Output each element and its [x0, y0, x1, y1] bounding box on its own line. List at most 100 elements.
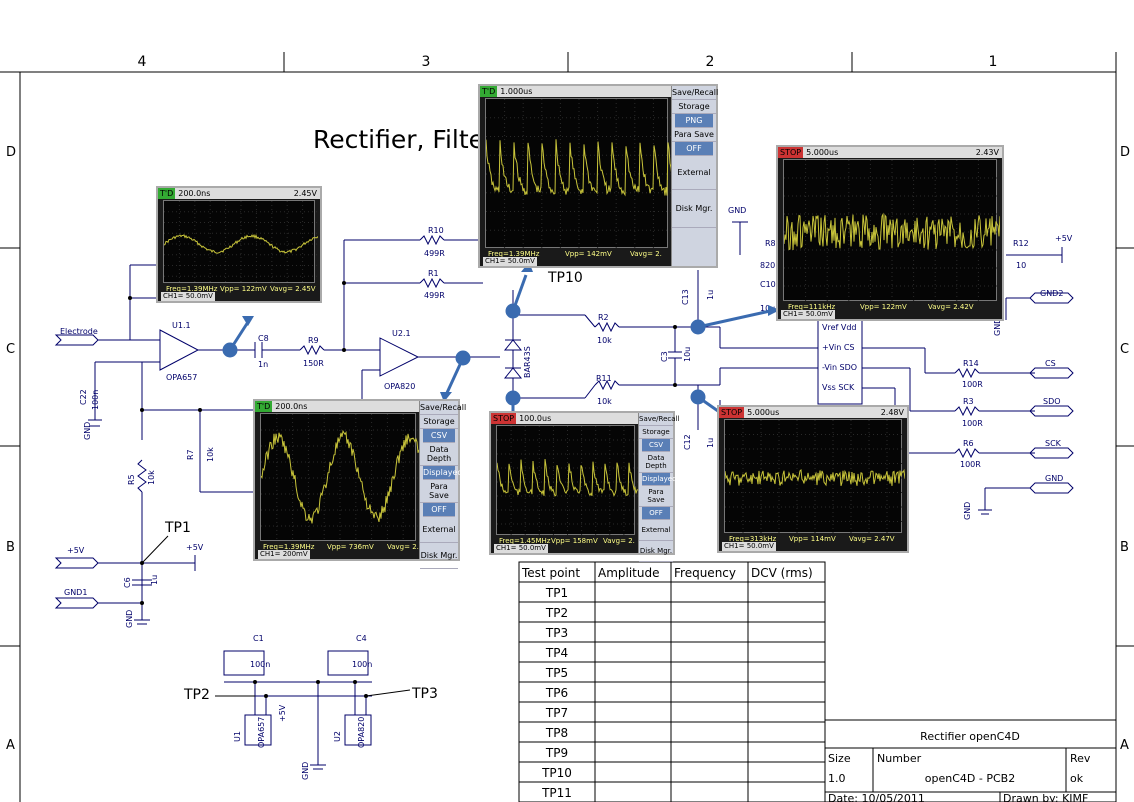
menu-storage[interactable]: Storage — [672, 100, 716, 114]
menu-data-depth[interactable]: Data Depth — [420, 443, 458, 466]
menu-para-save-value[interactable]: OFF — [642, 507, 670, 520]
gnd-label: GND — [301, 762, 310, 780]
probe-arrow — [242, 316, 254, 326]
tp2-label: TP2 — [183, 687, 210, 703]
c8-label: C8 — [258, 334, 269, 343]
scope-timebase: 5.000us — [806, 148, 839, 157]
menu-disk-mgr[interactable]: Disk Mgr. — [672, 190, 716, 228]
menu-data-depth[interactable]: Data Depth — [639, 452, 673, 473]
u1-label: U1 — [233, 731, 242, 742]
r3-label: R3 — [963, 397, 974, 406]
menu-external[interactable]: External — [672, 156, 716, 190]
test-point-row: TP3 — [545, 626, 568, 640]
row-label: C — [1120, 342, 1129, 357]
cs-label: CS — [1045, 359, 1056, 368]
r11-value: 10k — [597, 397, 612, 406]
scope-tp-c10: STOP 5.000us 2.43V Freq=111kHz Vpp= 122mV … — [776, 145, 1004, 321]
plus5v-label: +5V — [1055, 234, 1073, 243]
menu-external[interactable]: External — [420, 517, 458, 543]
title-block-name: Rectifier openC4D — [920, 730, 1020, 743]
r9-label: R9 — [308, 336, 319, 345]
c8-value: 1n — [258, 360, 268, 369]
c10-label: C10 — [760, 280, 776, 289]
number-label: Number — [877, 752, 922, 765]
scope-status: STOP — [491, 413, 517, 424]
scope-grid — [260, 413, 420, 542]
tp3-leader — [365, 689, 411, 697]
c3-value: 10u — [683, 347, 692, 362]
menu-data-depth-value[interactable]: Displayed — [423, 466, 463, 480]
drawn-label: Drawn by: KJMF — [1003, 792, 1088, 802]
scope-vpp: Vpp= 142mV — [565, 250, 612, 258]
r7-value: 10k — [206, 447, 215, 462]
u2-part: OPA820 — [357, 717, 366, 748]
menu-title: Save/Recall — [672, 86, 718, 100]
menu-data-depth-value[interactable]: Displayed — [642, 473, 677, 486]
adc-pin-vin-minus: -Vin SDO — [822, 363, 857, 372]
menu-storage-value[interactable]: PNG — [675, 114, 713, 128]
menu-para-save[interactable]: Para Save — [420, 480, 458, 503]
scope-channel: CH1= 50.0mV — [722, 542, 776, 551]
tp3-label: TP3 — [411, 686, 438, 702]
test-point-row: TP10 — [541, 766, 572, 780]
menu-external[interactable]: External — [639, 520, 673, 541]
test-point-row: TP11 — [541, 786, 572, 800]
column-label: 1 — [989, 54, 998, 70]
menu-storage[interactable]: Storage — [639, 426, 673, 439]
menu-para-save-value[interactable]: OFF — [675, 142, 713, 156]
column-label: 4 — [138, 54, 147, 70]
scope-vavg: Vavg= 2. — [603, 537, 635, 545]
c6-label: C6 — [123, 577, 132, 588]
scope-tp-u21: T'D 200.0ns Freq=1.39MHz Vpp= 736mV Vavg=… — [253, 399, 466, 569]
gnd-label: GND — [1045, 474, 1063, 483]
menu-para-save-value[interactable]: OFF — [423, 503, 455, 517]
r12-value: 10 — [1016, 261, 1026, 270]
scope-channel: CH1= 200mV — [258, 550, 310, 559]
row-label: C — [6, 342, 15, 357]
scope-menu: Save/Recall Storage CSV Data Depth Displ… — [419, 401, 466, 569]
r6-label: R6 — [963, 439, 974, 448]
scope-vpp: Vpp= 122mV — [860, 303, 907, 311]
r3-value: 100R — [962, 419, 983, 428]
menu-storage[interactable]: Storage — [420, 415, 458, 429]
test-point-row: TP2 — [545, 606, 568, 620]
waveform-trace — [260, 429, 420, 524]
row-label: A — [6, 738, 15, 753]
scope-grid — [724, 419, 906, 536]
table-header: Frequency — [674, 566, 736, 580]
gnd-label: GND — [728, 206, 746, 215]
table-header: Amplitude — [598, 566, 660, 580]
tp10-label: TP10 — [547, 270, 583, 286]
adc-pin-vref: Vref Vdd — [822, 323, 857, 332]
test-point-row: TP4 — [545, 646, 568, 660]
menu-disk-mgr[interactable]: Disk Mgr. — [639, 541, 673, 562]
diode-label: BAR43S — [523, 346, 532, 378]
sck-label: SCK — [1045, 439, 1062, 448]
c13-label: C13 — [681, 289, 690, 305]
scope-tp-bottom: STOP 100.0us Freq=1.45MHz Vpp= 158mV Vavg… — [489, 411, 679, 562]
menu-storage-value[interactable]: CSV — [642, 439, 670, 452]
menu-para-save[interactable]: Para Save — [639, 486, 673, 507]
c22-label: C22 — [79, 389, 88, 405]
scope-trigger-level: 2.48V — [880, 408, 904, 417]
c12-value: 1u — [706, 438, 715, 448]
opa820-label: OPA820 — [384, 382, 415, 391]
menu-title: Save/Recall — [639, 413, 679, 426]
row-label: A — [1120, 738, 1129, 753]
scope-status: STOP — [719, 407, 745, 418]
r1-label: R1 — [428, 269, 439, 278]
menu-disk-mgr[interactable]: Disk Mgr. — [420, 543, 458, 569]
size-value: 1.0 — [828, 772, 846, 785]
scope-trigger-level: 2.45V — [293, 189, 317, 198]
test-point-row: TP7 — [545, 706, 568, 720]
row-label: D — [6, 145, 16, 160]
gnd-label: GND — [83, 422, 92, 440]
c4-label: C4 — [356, 634, 367, 643]
scope-vavg: Vavg= 2. — [387, 543, 419, 551]
scope-timebase: 1.000us — [500, 87, 533, 96]
scope-grid — [485, 98, 673, 249]
menu-storage-value[interactable]: CSV — [423, 429, 455, 443]
menu-para-save[interactable]: Para Save — [672, 128, 716, 142]
table-header: DCV (rms) — [751, 566, 813, 580]
scope-status: T'D — [480, 86, 498, 97]
